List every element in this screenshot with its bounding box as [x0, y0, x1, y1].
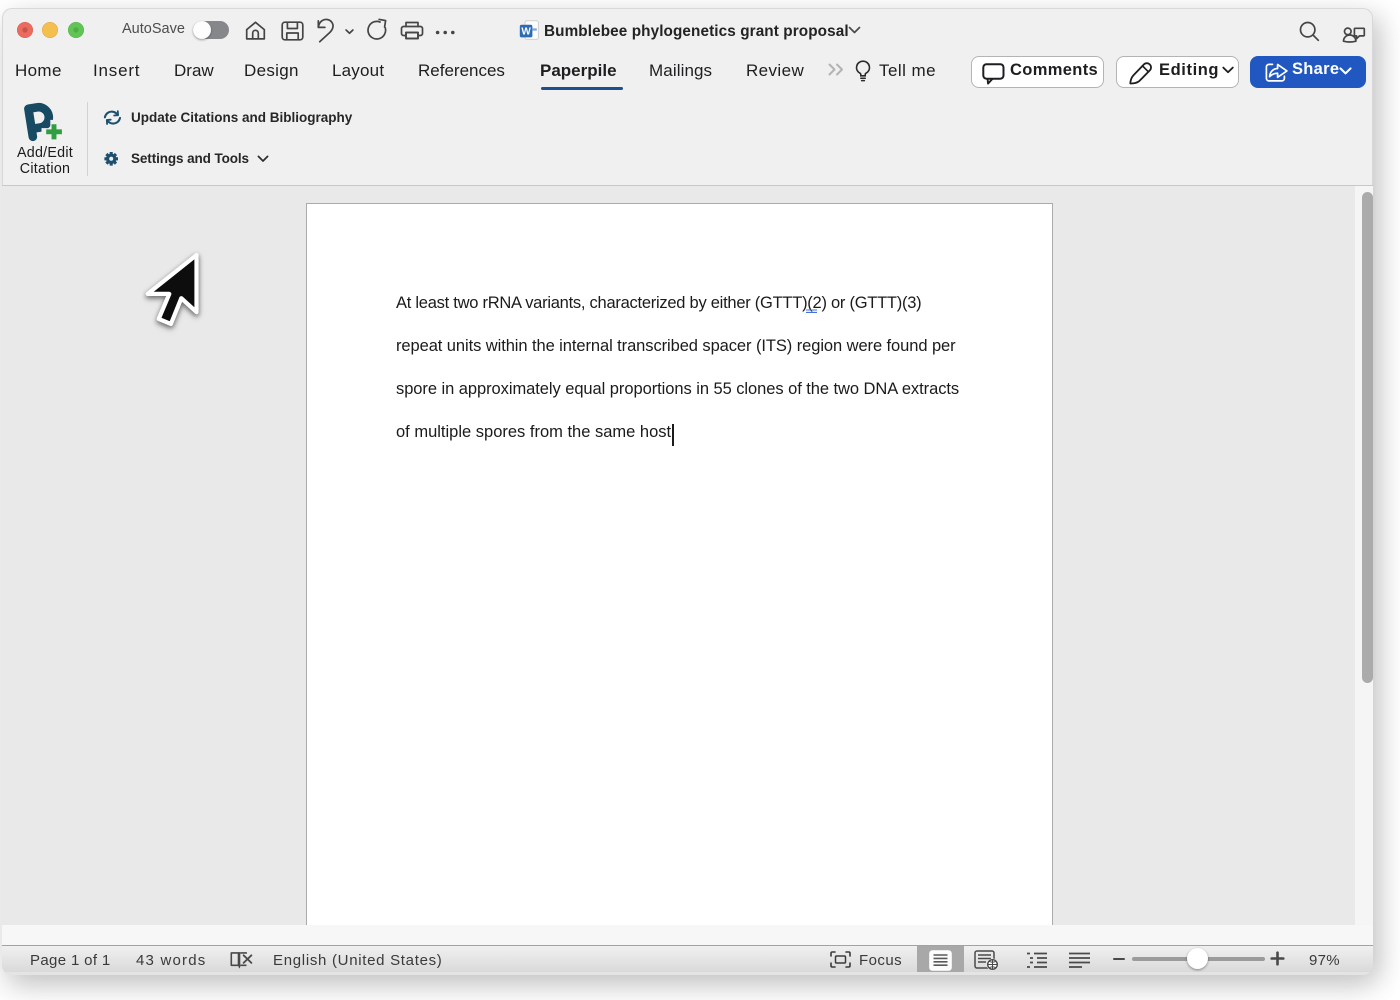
svg-text:W: W [521, 27, 531, 38]
